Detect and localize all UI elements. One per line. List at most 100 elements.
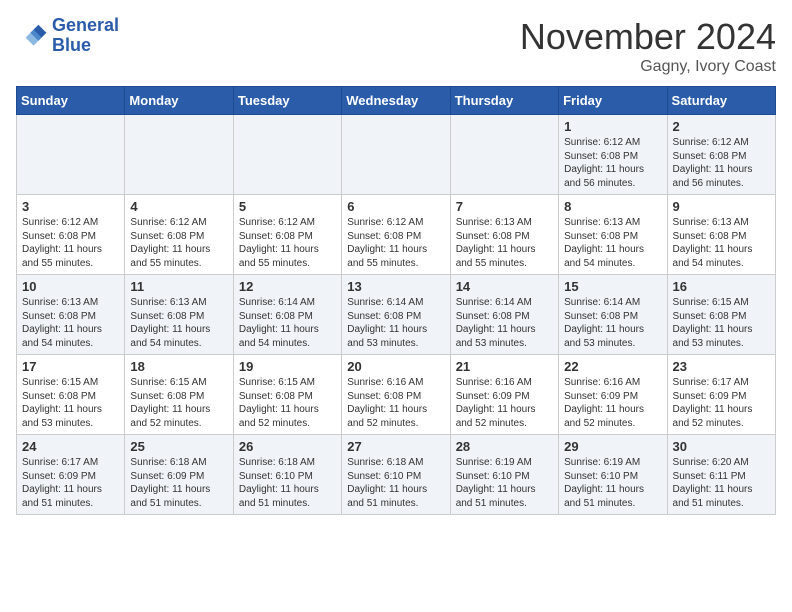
weekday-header-saturday: Saturday: [667, 87, 775, 115]
logo: General Blue: [16, 16, 119, 56]
day-info: Sunrise: 6:19 AM Sunset: 6:10 PM Dayligh…: [456, 456, 553, 510]
day-info: Sunrise: 6:12 AM Sunset: 6:08 PM Dayligh…: [239, 216, 336, 270]
day-number: 24: [22, 439, 119, 454]
week-row-5: 24 Sunrise: 6:17 AM Sunset: 6:09 PM Dayli…: [17, 435, 776, 515]
day-number: 3: [22, 199, 119, 214]
calendar-cell: 18 Sunrise: 6:15 AM Sunset: 6:08 PM Dayli…: [125, 355, 233, 435]
week-row-1: 1 Sunrise: 6:12 AM Sunset: 6:08 PM Daylig…: [17, 115, 776, 195]
calendar-cell: 9 Sunrise: 6:13 AM Sunset: 6:08 PM Daylig…: [667, 195, 775, 275]
calendar-cell: 2Sunrise: 6:12 AM Sunset: 6:08 PM Daylig…: [667, 115, 775, 195]
day-number: 21: [456, 359, 553, 374]
day-number: 25: [130, 439, 227, 454]
calendar-cell: 26 Sunrise: 6:18 AM Sunset: 6:10 PM Dayli…: [233, 435, 341, 515]
day-number: 27: [347, 439, 444, 454]
calendar-cell: 16Sunrise: 6:15 AM Sunset: 6:08 PM Dayli…: [667, 275, 775, 355]
day-info: Sunrise: 6:18 AM Sunset: 6:10 PM Dayligh…: [239, 456, 336, 510]
day-number: 29: [564, 439, 661, 454]
day-info: Sunrise: 6:17 AM Sunset: 6:09 PM Dayligh…: [22, 456, 119, 510]
calendar-cell: 6 Sunrise: 6:12 AM Sunset: 6:08 PM Daylig…: [342, 195, 450, 275]
weekday-header-row: SundayMondayTuesdayWednesdayThursdayFrid…: [17, 87, 776, 115]
calendar-cell: 13Sunrise: 6:14 AM Sunset: 6:08 PM Dayli…: [342, 275, 450, 355]
day-info: Sunrise: 6:12 AM Sunset: 6:08 PM Dayligh…: [347, 216, 444, 270]
day-number: 19: [239, 359, 336, 374]
day-number: 14: [456, 279, 553, 294]
day-info: Sunrise: 6:14 AM Sunset: 6:08 PM Dayligh…: [347, 296, 444, 350]
logo-icon: [16, 20, 48, 52]
calendar-cell: 3 Sunrise: 6:12 AM Sunset: 6:08 PM Daylig…: [17, 195, 125, 275]
day-info: Sunrise: 6:15 AM Sunset: 6:08 PM Dayligh…: [130, 376, 227, 430]
day-info: Sunrise: 6:15 AM Sunset: 6:08 PM Dayligh…: [239, 376, 336, 430]
day-number: 5: [239, 199, 336, 214]
calendar-cell: 20 Sunrise: 6:16 AM Sunset: 6:08 PM Dayli…: [342, 355, 450, 435]
calendar-cell: 23 Sunrise: 6:17 AM Sunset: 6:09 PM Dayli…: [667, 355, 775, 435]
day-info: Sunrise: 6:13 AM Sunset: 6:08 PM Dayligh…: [22, 296, 119, 350]
day-number: 6: [347, 199, 444, 214]
calendar-cell: 11 Sunrise: 6:13 AM Sunset: 6:08 PM Dayli…: [125, 275, 233, 355]
day-number: 18: [130, 359, 227, 374]
calendar-cell: 19 Sunrise: 6:15 AM Sunset: 6:08 PM Dayli…: [233, 355, 341, 435]
day-number: 28: [456, 439, 553, 454]
calendar-cell: 29 Sunrise: 6:19 AM Sunset: 6:10 PM Dayli…: [559, 435, 667, 515]
day-info: Sunrise: 6:20 AM Sunset: 6:11 PM Dayligh…: [673, 456, 770, 510]
location: Gagny, Ivory Coast: [520, 58, 776, 76]
day-info: Sunrise: 6:13 AM Sunset: 6:08 PM Dayligh…: [456, 216, 553, 270]
day-info: Sunrise: 6:13 AM Sunset: 6:08 PM Dayligh…: [564, 216, 661, 270]
calendar-cell: 30 Sunrise: 6:20 AM Sunset: 6:11 PM Dayli…: [667, 435, 775, 515]
day-info: Sunrise: 6:15 AM Sunset: 6:08 PM Dayligh…: [22, 376, 119, 430]
day-number: 20: [347, 359, 444, 374]
calendar-cell: [17, 115, 125, 195]
calendar-cell: 21 Sunrise: 6:16 AM Sunset: 6:09 PM Dayli…: [450, 355, 558, 435]
week-row-3: 10 Sunrise: 6:13 AM Sunset: 6:08 PM Dayli…: [17, 275, 776, 355]
day-info: Sunrise: 6:13 AM Sunset: 6:08 PM Dayligh…: [673, 216, 770, 270]
calendar-cell: 25Sunrise: 6:18 AM Sunset: 6:09 PM Dayli…: [125, 435, 233, 515]
calendar-cell: 27 Sunrise: 6:18 AM Sunset: 6:10 PM Dayli…: [342, 435, 450, 515]
calendar-cell: 8Sunrise: 6:13 AM Sunset: 6:08 PM Daylig…: [559, 195, 667, 275]
calendar-cell: [233, 115, 341, 195]
weekday-header-tuesday: Tuesday: [233, 87, 341, 115]
calendar-cell: 17Sunrise: 6:15 AM Sunset: 6:08 PM Dayli…: [17, 355, 125, 435]
day-number: 10: [22, 279, 119, 294]
day-info: Sunrise: 6:12 AM Sunset: 6:08 PM Dayligh…: [564, 136, 661, 190]
weekday-header-friday: Friday: [559, 87, 667, 115]
week-row-2: 3 Sunrise: 6:12 AM Sunset: 6:08 PM Daylig…: [17, 195, 776, 275]
calendar-cell: 14 Sunrise: 6:14 AM Sunset: 6:08 PM Dayli…: [450, 275, 558, 355]
day-info: Sunrise: 6:13 AM Sunset: 6:08 PM Dayligh…: [130, 296, 227, 350]
week-row-4: 17Sunrise: 6:15 AM Sunset: 6:08 PM Dayli…: [17, 355, 776, 435]
day-number: 26: [239, 439, 336, 454]
month-title: November 2024: [520, 16, 776, 58]
day-number: 1: [564, 119, 661, 134]
weekday-header-sunday: Sunday: [17, 87, 125, 115]
day-info: Sunrise: 6:14 AM Sunset: 6:08 PM Dayligh…: [564, 296, 661, 350]
calendar-cell: 28 Sunrise: 6:19 AM Sunset: 6:10 PM Dayli…: [450, 435, 558, 515]
day-info: Sunrise: 6:12 AM Sunset: 6:08 PM Dayligh…: [673, 136, 770, 190]
calendar-cell: 10 Sunrise: 6:13 AM Sunset: 6:08 PM Dayli…: [17, 275, 125, 355]
day-number: 12: [239, 279, 336, 294]
day-info: Sunrise: 6:16 AM Sunset: 6:09 PM Dayligh…: [456, 376, 553, 430]
day-info: Sunrise: 6:18 AM Sunset: 6:10 PM Dayligh…: [347, 456, 444, 510]
calendar-cell: 7 Sunrise: 6:13 AM Sunset: 6:08 PM Daylig…: [450, 195, 558, 275]
day-info: Sunrise: 6:12 AM Sunset: 6:08 PM Dayligh…: [22, 216, 119, 270]
weekday-header-wednesday: Wednesday: [342, 87, 450, 115]
day-info: Sunrise: 6:19 AM Sunset: 6:10 PM Dayligh…: [564, 456, 661, 510]
page-header: General Blue November 2024 Gagny, Ivory …: [16, 16, 776, 76]
day-number: 15: [564, 279, 661, 294]
day-info: Sunrise: 6:16 AM Sunset: 6:09 PM Dayligh…: [564, 376, 661, 430]
day-info: Sunrise: 6:14 AM Sunset: 6:08 PM Dayligh…: [456, 296, 553, 350]
day-number: 30: [673, 439, 770, 454]
day-number: 11: [130, 279, 227, 294]
calendar-table: SundayMondayTuesdayWednesdayThursdayFrid…: [16, 86, 776, 515]
day-number: 23: [673, 359, 770, 374]
calendar-cell: [342, 115, 450, 195]
day-info: Sunrise: 6:16 AM Sunset: 6:08 PM Dayligh…: [347, 376, 444, 430]
calendar-cell: 24 Sunrise: 6:17 AM Sunset: 6:09 PM Dayli…: [17, 435, 125, 515]
calendar-cell: [450, 115, 558, 195]
weekday-header-monday: Monday: [125, 87, 233, 115]
day-info: Sunrise: 6:15 AM Sunset: 6:08 PM Dayligh…: [673, 296, 770, 350]
calendar-cell: 5 Sunrise: 6:12 AM Sunset: 6:08 PM Daylig…: [233, 195, 341, 275]
day-number: 22: [564, 359, 661, 374]
day-info: Sunrise: 6:17 AM Sunset: 6:09 PM Dayligh…: [673, 376, 770, 430]
calendar-cell: 12Sunrise: 6:14 AM Sunset: 6:08 PM Dayli…: [233, 275, 341, 355]
calendar-cell: [125, 115, 233, 195]
day-number: 9: [673, 199, 770, 214]
day-number: 7: [456, 199, 553, 214]
